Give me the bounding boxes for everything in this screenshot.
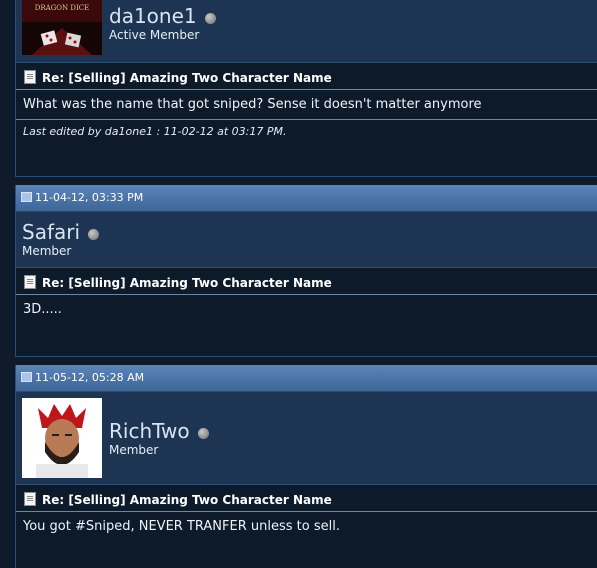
post-title: Re: [Selling] Amazing Two Character Name (16, 67, 597, 90)
post-3-userbar: RichTwo Member (16, 392, 597, 485)
avatar[interactable] (22, 398, 102, 478)
document-icon (24, 275, 36, 289)
post-title: Re: [Selling] Amazing Two Character Name (16, 272, 597, 295)
post-icon (21, 372, 32, 382)
username[interactable]: RichTwo (109, 419, 190, 443)
user-title: Member (22, 244, 72, 258)
last-edited-note: Last edited by da1one1 : 11-02-12 at 03:… (16, 119, 597, 144)
post-message: What was the name that got sniped? Sense… (23, 97, 482, 112)
post-gap (0, 357, 597, 365)
user-title: Member (109, 443, 159, 457)
bearded-man-avatar (22, 398, 102, 478)
dragon-dice-avatar: DRAGON DICE (22, 0, 102, 55)
offline-status-icon (204, 13, 216, 24)
post-2: 11-04-12, 03:33 PM Safari Member Re: [Se… (15, 185, 597, 357)
post-title: Re: [Selling] Amazing Two Character Name (16, 489, 597, 512)
avatar[interactable]: DRAGON DICE (22, 0, 102, 55)
offline-status-icon (88, 229, 100, 240)
post-title-text: Re: [Selling] Amazing Two Character Name (42, 71, 332, 85)
post-3: 11-05-12, 05:28 AM RichTwo Member Re: [S… (15, 365, 597, 568)
post-date: 11-04-12, 03:33 PM (35, 191, 144, 204)
post-title-text: Re: [Selling] Amazing Two Character Name (42, 276, 332, 290)
username[interactable]: Safari (22, 220, 80, 244)
post-date-header: 11-05-12, 05:28 AM (16, 365, 597, 392)
offline-status-icon (197, 428, 209, 439)
post-date: 11-05-12, 05:28 AM (35, 371, 145, 384)
user-title: Active Member (109, 28, 200, 42)
post-1-userbar: DRAGON DICE da1one1 Active Member (16, 0, 597, 63)
post-1: DRAGON DICE da1one1 Active Member Re: [S… (15, 0, 597, 177)
document-icon (24, 492, 36, 506)
document-icon (24, 70, 36, 84)
post-message: You got #Sniped, NEVER TRANFER unless to… (23, 519, 340, 534)
post-date-header: 11-04-12, 03:33 PM (16, 185, 597, 212)
post-title-text: Re: [Selling] Amazing Two Character Name (42, 493, 332, 507)
post-icon (21, 192, 32, 202)
svg-text:DRAGON DICE: DRAGON DICE (35, 4, 89, 12)
post-2-userbar: Safari Member (16, 212, 597, 268)
username[interactable]: da1one1 (109, 4, 197, 28)
post-gap (0, 177, 597, 185)
post-message: 3D..... (23, 302, 62, 317)
